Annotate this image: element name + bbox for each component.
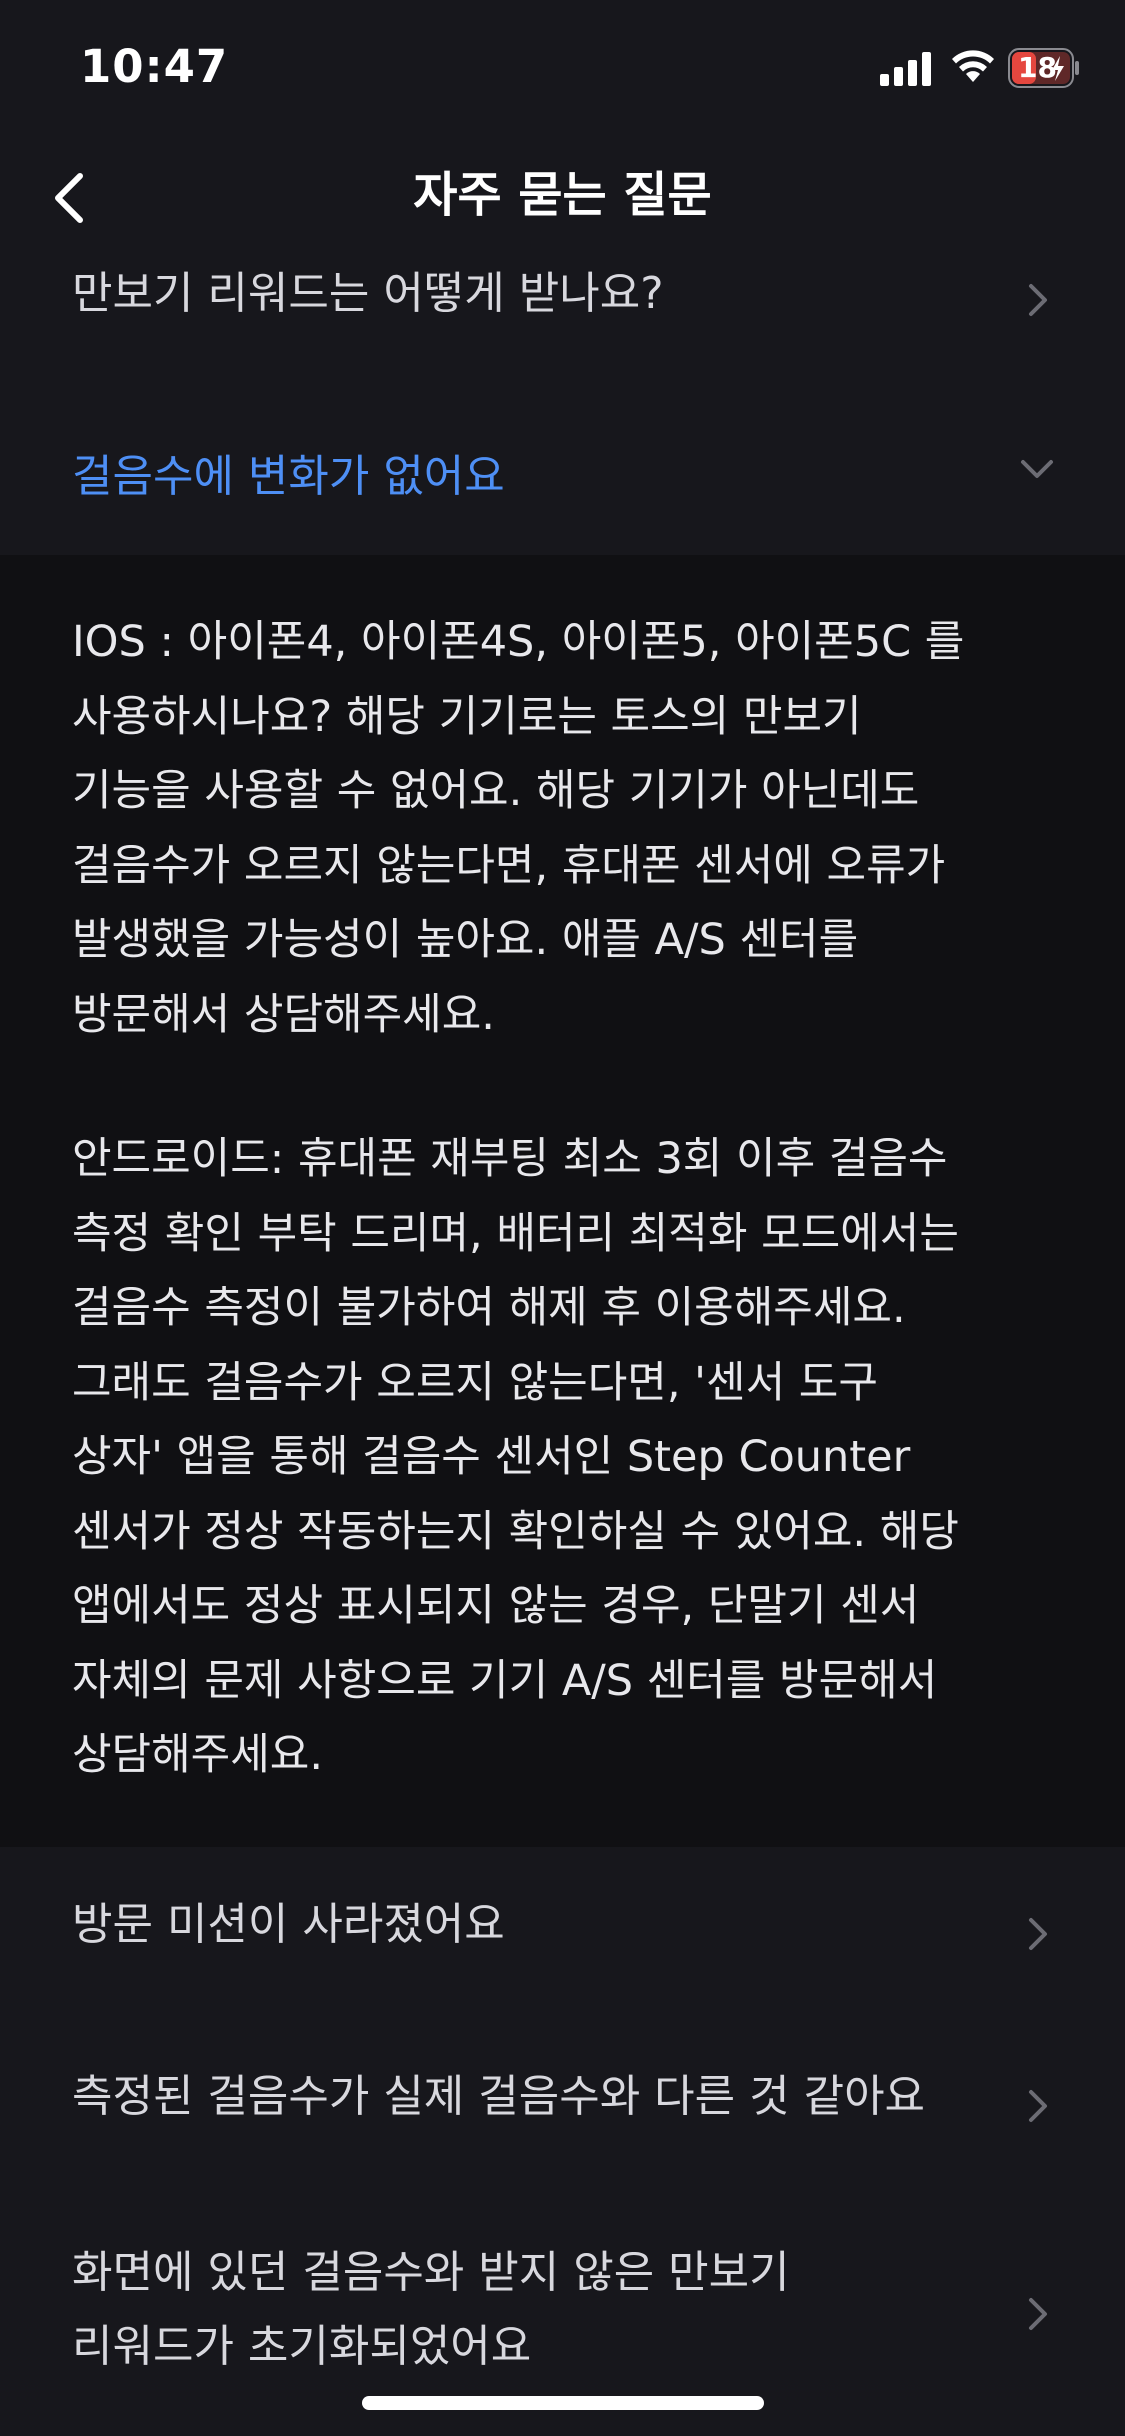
faq-screen: 10:47 18 자주 묻는 질문 만보기 리워드는 어떻게 받나요? 걸음수에… [0,0,1125,2436]
faq-item-label: 만보기 리워드는 어떻게 받나요? [72,268,664,319]
faq-answer-ios: IOS : 아이폰4, 아이폰4S, 아이폰5, 아이폰5C 를 사용하시나요?… [72,605,1072,1052]
faq-item-reward-reset[interactable]: 화면에 있던 걸음수와 받지 않은 만보기 리워드가 초기화되었어요 [0,2228,1125,2388]
answer-ios-text: IOS : 아이폰4, 아이폰4S, 아이폰5, 아이폰5C 를 사용하시나요?… [72,617,965,1040]
navigation-bar: 자주 묻는 질문 [0,132,1125,262]
chevron-right-icon [1029,2090,1047,2122]
chevron-right-icon [1029,2298,1047,2330]
faq-item-step-count-mismatch[interactable]: 측정된 걸음수가 실제 걸음수와 다른 것 같아요 [0,2050,1125,2160]
status-bar: 10:47 18 [0,0,1125,132]
cellular-signal-icon [880,52,931,86]
faq-item-visit-mission[interactable]: 방문 미션이 사라졌어요 [0,1880,1125,1990]
battery-percentage: 18 [1018,51,1057,84]
faq-item-label: 화면에 있던 걸음수와 받지 않은 만보기 리워드가 초기화되었어요 [72,2247,790,2372]
faq-item-label-expanded: 걸음수에 변화가 없어요 [72,451,505,502]
page-title: 자주 묻는 질문 [413,167,712,223]
faq-item-pedometer-reward[interactable]: 만보기 리워드는 어떻게 받나요? [0,262,1125,387]
home-indicator[interactable] [362,2396,764,2410]
chevron-right-icon [1029,284,1047,316]
status-time: 10:47 [80,40,229,93]
faq-item-no-step-change[interactable]: 걸음수에 변화가 없어요 [0,410,1125,555]
chevron-right-icon [1029,1918,1047,1950]
faq-answer-android: 안드로이드: 휴대폰 재부팅 최소 3회 이후 걸음수 측정 확인 부탁 드리며… [72,1122,1072,1793]
faq-answer-panel: IOS : 아이폰4, 아이폰4S, 아이폰5, 아이폰5C 를 사용하시나요?… [0,555,1125,1847]
faq-item-label: 측정된 걸음수가 실제 걸음수와 다른 것 같아요 [72,2071,926,2122]
wifi-icon [952,50,994,82]
answer-android-text: 안드로이드: 휴대폰 재부팅 최소 3회 이후 걸음수 측정 확인 부탁 드리며… [72,1134,959,1780]
chevron-down-icon [1021,460,1053,478]
faq-item-label: 방문 미션이 사라졌어요 [72,1899,505,1950]
